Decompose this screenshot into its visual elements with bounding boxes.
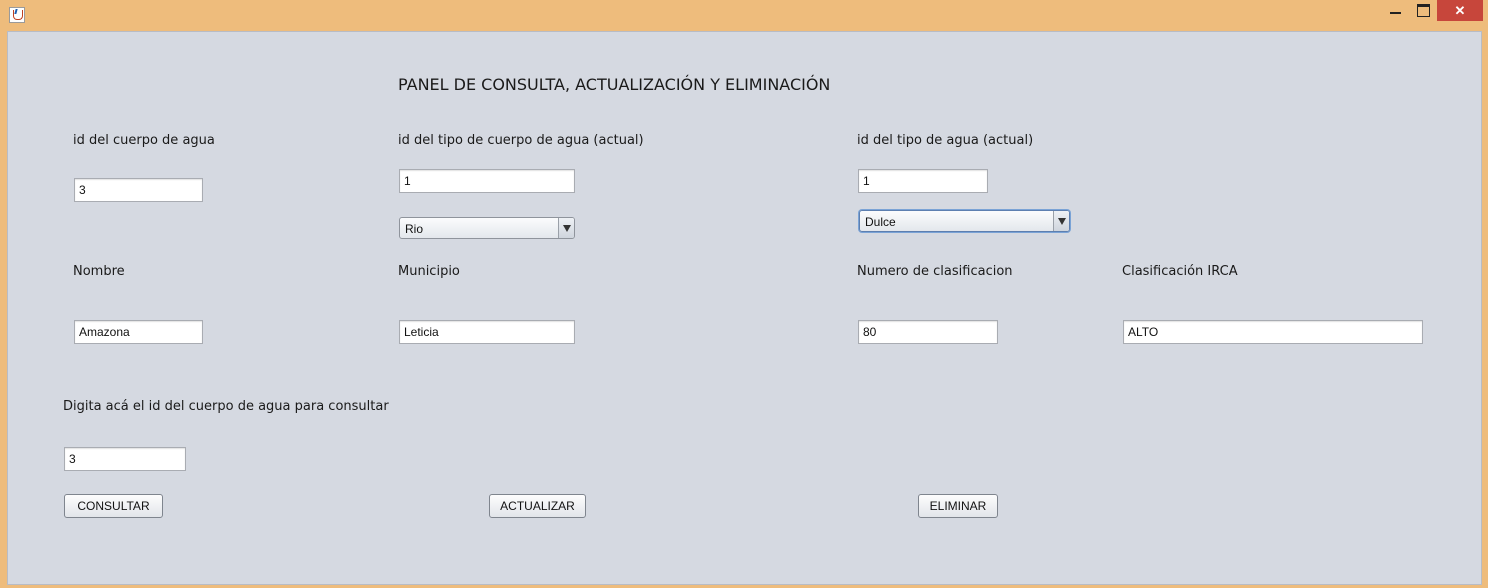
id-cuerpo-label: id del cuerpo de agua [73,133,215,148]
eliminar-button[interactable]: ELIMINAR [918,494,998,518]
panel-title: PANEL DE CONSULTA, ACTUALIZACIÓN Y ELIMI… [398,75,831,94]
java-app-icon [9,7,25,23]
id-tipo-cuerpo-label: id del tipo de cuerpo de agua (actual) [398,133,644,148]
window-titlebar: ✕ [0,0,1488,30]
consulta-id-input[interactable] [64,447,186,471]
minimize-button[interactable] [1384,0,1408,21]
municipio-label: Municipio [398,264,460,279]
close-button[interactable]: ✕ [1437,0,1483,21]
chevron-down-icon[interactable] [558,218,574,238]
chevron-down-icon[interactable] [1053,211,1069,231]
actualizar-button[interactable]: ACTUALIZAR [489,494,586,518]
maximize-button[interactable] [1410,0,1436,21]
numero-clasificacion-input[interactable] [858,320,998,344]
nombre-input[interactable] [74,320,203,344]
clasificacion-irca-label: Clasificación IRCA [1122,264,1238,279]
consultar-button[interactable]: CONSULTAR [64,494,163,518]
nombre-label: Nombre [73,264,125,279]
numero-clasificacion-label: Numero de clasificacion [857,264,1013,279]
tipo-agua-select[interactable]: Dulce [859,210,1070,232]
main-panel: PANEL DE CONSULTA, ACTUALIZACIÓN Y ELIMI… [7,31,1482,585]
id-tipo-agua-input[interactable] [858,169,988,193]
municipio-input[interactable] [399,320,575,344]
clasificacion-irca-input[interactable] [1123,320,1423,344]
id-tipo-cuerpo-input[interactable] [399,169,575,193]
tipo-cuerpo-select[interactable]: Rio [399,217,575,239]
id-cuerpo-input[interactable] [74,178,203,202]
consulta-id-label: Digita acá el id del cuerpo de agua para… [63,399,389,414]
tipo-cuerpo-selected: Rio [405,222,424,236]
id-tipo-agua-label: id del tipo de agua (actual) [857,133,1034,148]
tipo-agua-selected: Dulce [865,215,896,229]
